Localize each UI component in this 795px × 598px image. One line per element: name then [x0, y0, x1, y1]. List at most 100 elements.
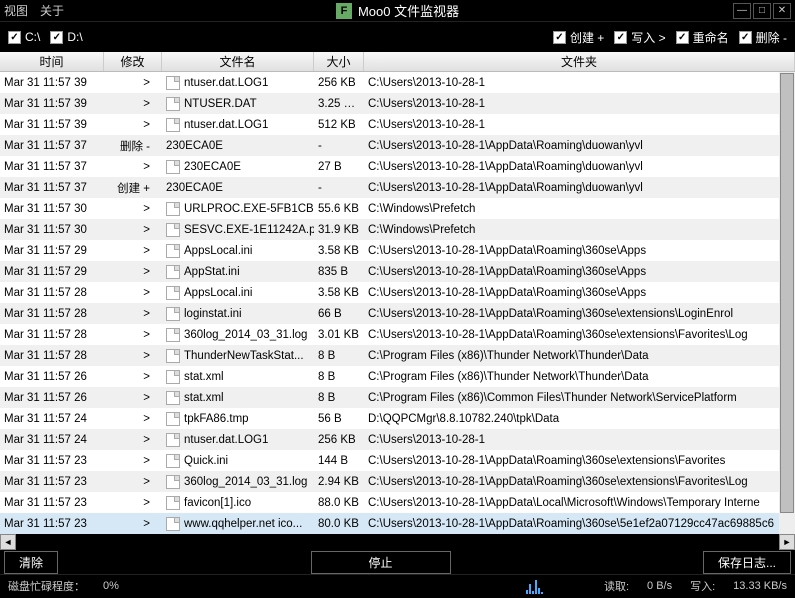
filter-create-checkbox[interactable]: ✓创建 + [553, 29, 604, 46]
file-icon [166, 307, 180, 321]
header-time[interactable]: 时间 [0, 52, 104, 71]
cell-filename: SESVC.EXE-1E11242A.pf [162, 223, 314, 237]
drive-d-checkbox[interactable]: ✓D:\ [50, 30, 82, 44]
vertical-scrollbar[interactable] [779, 72, 795, 534]
file-icon [166, 433, 180, 447]
table-row[interactable]: Mar 31 11:57 28>ThunderNewTaskStat...8 B… [0, 345, 795, 366]
cell-filename: Quick.ini [162, 454, 314, 468]
drive-c-checkbox[interactable]: ✓C:\ [8, 30, 40, 44]
cell-folder: C:\Windows\Prefetch [364, 203, 795, 215]
cell-mod: > [104, 434, 162, 446]
table-row[interactable]: Mar 31 11:57 24>ntuser.dat.LOG1256 KBC:\… [0, 429, 795, 450]
cell-filename: AppsLocal.ini [162, 286, 314, 300]
scroll-right-button[interactable]: ► [779, 534, 795, 550]
file-icon [166, 76, 180, 90]
table-row[interactable]: Mar 31 11:57 23>360log_2014_03_31.log2.9… [0, 471, 795, 492]
cell-folder: C:\Users\2013-10-28-1 [364, 98, 795, 110]
scroll-left-button[interactable]: ◄ [0, 534, 16, 550]
table-row[interactable]: Mar 31 11:57 39>NTUSER.DAT3.25 MBC:\User… [0, 93, 795, 114]
table-row[interactable]: Mar 31 11:57 28>loginstat.ini66 BC:\User… [0, 303, 795, 324]
save-log-button[interactable]: 保存日志... [703, 551, 791, 574]
close-button[interactable]: ✕ [773, 3, 791, 19]
cell-folder: C:\Users\2013-10-28-1\AppData\Roaming\du… [364, 140, 795, 152]
cell-folder: C:\Users\2013-10-28-1\AppData\Roaming\36… [364, 476, 795, 488]
clear-button[interactable]: 清除 [4, 551, 58, 574]
stop-button[interactable]: 停止 [311, 551, 451, 574]
cell-time: Mar 31 11:57 23 [0, 476, 104, 488]
cell-filename: 230ECA0E [162, 140, 314, 152]
table-row[interactable]: Mar 31 11:57 37创建 +230ECA0E-C:\Users\201… [0, 177, 795, 198]
cell-filename: loginstat.ini [162, 307, 314, 321]
table-row[interactable]: Mar 31 11:57 29>AppsLocal.ini3.58 KBC:\U… [0, 240, 795, 261]
titlebar: 视图 关于 F Moo0 文件监视器 — □ ✕ [0, 0, 795, 22]
cell-time: Mar 31 11:57 23 [0, 497, 104, 509]
cell-folder: C:\Program Files (x86)\Common Files\Thun… [364, 392, 795, 404]
header-size[interactable]: 大小 [314, 52, 364, 71]
cell-filename: 360log_2014_03_31.log [162, 328, 314, 342]
cell-mod: > [104, 329, 162, 341]
cell-folder: C:\Windows\Prefetch [364, 224, 795, 236]
cell-time: Mar 31 11:57 24 [0, 434, 104, 446]
table-row[interactable]: Mar 31 11:57 30>SESVC.EXE-1E11242A.pf31.… [0, 219, 795, 240]
table-row[interactable]: Mar 31 11:57 23>www.qqhelper.net ico...8… [0, 513, 795, 534]
cell-size: 512 KB [314, 119, 364, 131]
table-row[interactable]: Mar 31 11:57 29>AppStat.ini835 BC:\Users… [0, 261, 795, 282]
menu-about[interactable]: 关于 [40, 2, 64, 19]
cell-time: Mar 31 11:57 39 [0, 98, 104, 110]
cell-time: Mar 31 11:57 26 [0, 371, 104, 383]
table-row[interactable]: Mar 31 11:57 24>tpkFA86.tmp56 BD:\QQPCMg… [0, 408, 795, 429]
cell-size: 835 B [314, 266, 364, 278]
cell-size: 8 B [314, 350, 364, 362]
table-row[interactable]: Mar 31 11:57 28>AppsLocal.ini3.58 KBC:\U… [0, 282, 795, 303]
table-row[interactable]: Mar 31 11:57 26>stat.xml8 BC:\Program Fi… [0, 366, 795, 387]
cell-folder: C:\Users\2013-10-28-1\AppData\Roaming\36… [364, 518, 795, 530]
write-label: 写入: [690, 578, 715, 594]
cell-filename: AppsLocal.ini [162, 244, 314, 258]
cell-size: 144 B [314, 455, 364, 467]
horizontal-scrollbar[interactable]: ◄ ► [0, 534, 795, 550]
table-row[interactable]: Mar 31 11:57 39>ntuser.dat.LOG1256 KBC:\… [0, 72, 795, 93]
header-mod[interactable]: 修改 [104, 52, 162, 71]
minimize-button[interactable]: — [733, 3, 751, 19]
menu-view[interactable]: 视图 [4, 2, 28, 19]
cell-mod: 创建 + [104, 180, 162, 196]
filter-write-checkbox[interactable]: ✓写入 > [614, 29, 665, 46]
cell-filename: stat.xml [162, 391, 314, 405]
header-folder[interactable]: 文件夹 [364, 52, 795, 71]
disk-busy-label: 磁盘忙碌程度： [8, 578, 85, 594]
file-icon [166, 391, 180, 405]
table-row[interactable]: Mar 31 11:57 39>ntuser.dat.LOG1512 KBC:\… [0, 114, 795, 135]
table-header: 时间 修改 文件名 大小 文件夹 [0, 52, 795, 72]
table-row[interactable]: Mar 31 11:57 23>Quick.ini144 BC:\Users\2… [0, 450, 795, 471]
cell-time: Mar 31 11:57 28 [0, 287, 104, 299]
cell-size: 2.94 KB [314, 476, 364, 488]
cell-folder: C:\Users\2013-10-28-1\AppData\Roaming\36… [364, 287, 795, 299]
maximize-button[interactable]: □ [753, 3, 771, 19]
cell-time: Mar 31 11:57 28 [0, 329, 104, 341]
filter-delete-checkbox[interactable]: ✓删除 - [739, 29, 787, 46]
file-icon [166, 223, 180, 237]
cell-size: 88.0 KB [314, 497, 364, 509]
filter-rename-checkbox[interactable]: ✓重命名 [676, 29, 729, 46]
cell-size: 3.01 KB [314, 329, 364, 341]
header-filename[interactable]: 文件名 [162, 52, 314, 71]
cell-folder: C:\Program Files (x86)\Thunder Network\T… [364, 371, 795, 383]
table-row[interactable]: Mar 31 11:57 23>favicon[1].ico88.0 KBC:\… [0, 492, 795, 513]
file-icon [166, 370, 180, 384]
cell-folder: C:\Users\2013-10-28-1\AppData\Roaming\du… [364, 161, 795, 173]
cell-folder: C:\Users\2013-10-28-1 [364, 119, 795, 131]
table-row[interactable]: Mar 31 11:57 26>stat.xml8 BC:\Program Fi… [0, 387, 795, 408]
table-row[interactable]: Mar 31 11:57 30>URLPROC.EXE-5FB1CB...55.… [0, 198, 795, 219]
cell-size: 56 B [314, 413, 364, 425]
cell-filename: tpkFA86.tmp [162, 412, 314, 426]
cell-folder: C:\Program Files (x86)\Thunder Network\T… [364, 350, 795, 362]
cell-mod: > [104, 77, 162, 89]
cell-time: Mar 31 11:57 37 [0, 182, 104, 194]
cell-mod: > [104, 371, 162, 383]
cell-time: Mar 31 11:57 28 [0, 308, 104, 320]
table-row[interactable]: Mar 31 11:57 37删除 -230ECA0E-C:\Users\201… [0, 135, 795, 156]
cell-filename: 230ECA0E [162, 160, 314, 174]
table-row[interactable]: Mar 31 11:57 37>230ECA0E27 BC:\Users\201… [0, 156, 795, 177]
cell-mod: > [104, 98, 162, 110]
table-row[interactable]: Mar 31 11:57 28>360log_2014_03_31.log3.0… [0, 324, 795, 345]
